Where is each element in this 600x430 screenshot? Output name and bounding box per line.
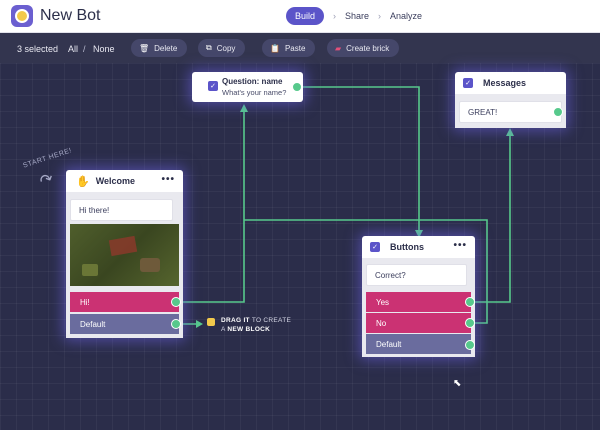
block-header[interactable]: ✓ Messages	[455, 72, 566, 94]
block-header[interactable]: ✓ Buttons •••	[362, 236, 475, 258]
block-subtitle: What's your name?	[222, 88, 287, 97]
checkbox-checked-icon[interactable]: ✓	[208, 81, 218, 91]
connector-port[interactable]	[553, 107, 563, 117]
connector-port[interactable]	[292, 82, 302, 92]
connector-port[interactable]	[171, 319, 181, 329]
select-separator: /	[83, 44, 86, 54]
messages-block[interactable]: ✓ Messages GREAT!	[455, 72, 566, 128]
connector-port[interactable]	[465, 318, 475, 328]
drag-hint: DRAG IT TO CREATE A NEW BLOCK	[221, 317, 292, 333]
select-none-link[interactable]: None	[93, 44, 115, 54]
checkbox-checked-icon[interactable]: ✓	[370, 242, 380, 252]
tab-build[interactable]: Build	[286, 7, 325, 25]
tab-analyze[interactable]: Analyze	[390, 7, 422, 25]
gif-thumbnail[interactable]	[70, 224, 179, 286]
block-title: Question: name	[222, 77, 283, 86]
answer-no[interactable]: No	[366, 313, 471, 333]
message-bubble[interactable]: Correct?	[366, 264, 467, 286]
block-title: Messages	[483, 78, 527, 88]
copy-button[interactable]: ⧉ Copy	[198, 39, 246, 57]
answer-default[interactable]: Default	[366, 334, 471, 354]
block-title: Welcome	[95, 176, 136, 186]
copy-icon: ⧉	[206, 43, 212, 52]
clipboard-icon: 📋	[270, 43, 280, 53]
block-title: Buttons	[390, 242, 424, 252]
create-brick-button[interactable]: ▰ Create brick	[327, 39, 400, 57]
message-bubble[interactable]: GREAT!	[459, 101, 562, 123]
answer-hi[interactable]: Hi!	[70, 292, 179, 312]
answer-default[interactable]: Default	[70, 314, 179, 334]
waving-hand-icon: ✋	[76, 175, 90, 188]
tab-share[interactable]: Share	[345, 7, 369, 25]
chevron-right-icon: ›	[333, 11, 337, 21]
block-header[interactable]: ✋ Welcome •••	[66, 170, 183, 192]
welcome-block[interactable]: ✋ Welcome ••• Hi there! Hi! Default	[66, 170, 183, 338]
selection-toolbar: 3 selected All / None 🗑 Delete ⧉ Copy 📋 Pas…	[0, 33, 600, 63]
trash-icon: 🗑	[139, 43, 150, 53]
delete-button[interactable]: 🗑 Delete	[131, 39, 188, 57]
connector-port[interactable]	[171, 297, 181, 307]
bot-name[interactable]: New Bot	[40, 7, 100, 25]
main-nav: Build › Share › Analyze	[286, 7, 422, 25]
more-options-icon[interactable]: •••	[453, 240, 467, 251]
top-bar: New Bot Build › Share › Analyze	[0, 0, 600, 33]
chevron-right-icon: ›	[378, 11, 382, 21]
checkbox-checked-icon[interactable]: ✓	[463, 78, 473, 88]
mouse-cursor-icon: ⬉	[453, 378, 462, 389]
buttons-block[interactable]: ✓ Buttons ••• Correct? Yes No Default	[362, 236, 475, 357]
select-all-link[interactable]: All	[68, 44, 78, 54]
message-bubble[interactable]: Hi there!	[70, 199, 173, 221]
question-block[interactable]: ✓ Question: name What's your name?	[192, 72, 303, 102]
answer-yes[interactable]: Yes	[366, 292, 471, 312]
connector-port[interactable]	[465, 340, 475, 350]
brick-icon: ▰	[335, 43, 342, 53]
connector-port[interactable]	[465, 297, 475, 307]
more-options-icon[interactable]: •••	[161, 174, 175, 185]
drag-hand-icon	[207, 318, 215, 326]
paste-button[interactable]: 📋 Paste	[262, 39, 316, 57]
selected-count: 3 selected	[17, 44, 59, 54]
bot-avatar-icon[interactable]	[11, 5, 33, 27]
